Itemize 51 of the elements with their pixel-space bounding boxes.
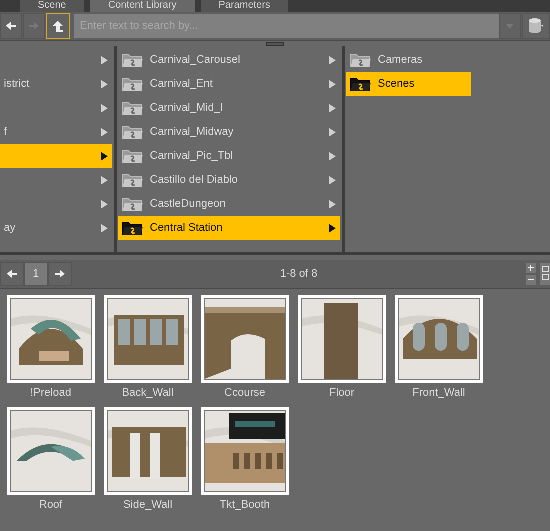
tab[interactable]: Parameters [200, 0, 288, 12]
asset-label: !Preload [30, 387, 72, 399]
folder-item[interactable]: f [0, 120, 112, 144]
folder-item[interactable]: CastleDungeon [118, 192, 340, 216]
folder-icon [122, 52, 144, 68]
folder-icon [350, 76, 372, 92]
up-arrow-icon [53, 20, 63, 32]
folder-item[interactable]: Castillo del Diablo [118, 168, 340, 192]
folder-icon [350, 52, 372, 68]
folder-item[interactable]: ay [0, 216, 112, 240]
expand-arrow-icon[interactable] [101, 152, 108, 160]
asset-label: Tkt_Booth [220, 499, 270, 511]
asset-label: Floor [329, 387, 355, 399]
next-page-button[interactable] [48, 262, 72, 286]
grid-view-icon[interactable] [540, 263, 550, 285]
tab[interactable]: Content Library [90, 0, 195, 12]
folder-icon [122, 124, 144, 140]
tab[interactable]: Scene [20, 0, 84, 12]
folder-item[interactable]: Central Station [118, 216, 340, 240]
folder-icon [122, 100, 144, 116]
asset-label: Front_Wall [412, 387, 466, 399]
folder-item[interactable]: Carnival_Pic_Tbl [118, 144, 340, 168]
folder-item[interactable]: Carnival_Midway [118, 120, 340, 144]
folder-item[interactable]: Carnival_Carousel [118, 48, 340, 72]
right-arrow-icon [55, 270, 65, 278]
folder-item[interactable]: Scenes [346, 72, 471, 96]
folder-icon [122, 220, 144, 236]
asset-label: Ccourse [224, 387, 266, 399]
database-button[interactable] [522, 13, 550, 39]
folder-item[interactable]: istrict [0, 72, 112, 96]
page-number[interactable]: 1 [24, 262, 48, 286]
folder-icon [122, 196, 144, 212]
zoom-icon[interactable] [526, 263, 536, 285]
folder-icon [122, 76, 144, 92]
up-level-button[interactable] [46, 13, 70, 39]
left-arrow-icon [7, 270, 17, 278]
back-arrow-icon [6, 22, 16, 30]
asset-label: Back_Wall [122, 387, 174, 399]
folder-item[interactable]: Carnival_Mid_I [118, 96, 340, 120]
back-button[interactable] [0, 13, 22, 39]
folder-icon [122, 172, 144, 188]
folder-item[interactable]: Carnival_Ent [118, 72, 340, 96]
previous-page-button[interactable] [0, 262, 24, 286]
folder-item[interactable]: Cameras [346, 48, 471, 72]
expand-arrow-icon[interactable] [329, 224, 336, 232]
database-icon [528, 18, 544, 34]
result-count: 1-8 of 8 [279, 268, 319, 280]
folder-icon [122, 148, 144, 164]
asset-label: Side_Wall [123, 499, 173, 511]
asset-label: Roof [39, 499, 63, 511]
splitter-handle[interactable] [266, 42, 284, 46]
